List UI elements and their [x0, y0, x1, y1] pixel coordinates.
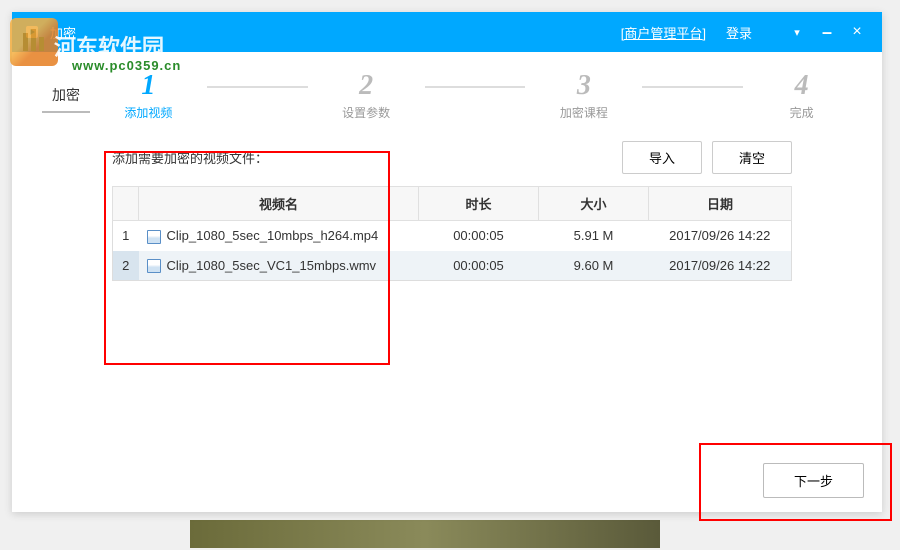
row-index: 1	[113, 221, 139, 251]
step-number: 2	[316, 70, 417, 102]
table-row[interactable]: 1 Clip_1080_5sec_10mbps_h264.mp4 00:00:0…	[113, 221, 792, 251]
video-file-icon	[147, 230, 161, 244]
col-size-header[interactable]: 大小	[539, 187, 649, 221]
close-button[interactable]: ×	[842, 23, 872, 41]
step-number: 1	[98, 70, 199, 102]
minimize-button[interactable]: –	[812, 22, 842, 43]
row-duration: 00:00:05	[419, 251, 539, 281]
merchant-platform-link[interactable]: [商户管理平台]	[621, 23, 706, 42]
step-label: 设置参数	[316, 104, 417, 121]
row-duration: 00:00:05	[419, 221, 539, 251]
next-button[interactable]: 下一步	[763, 463, 864, 498]
watermark-logo	[10, 18, 58, 66]
video-file-icon	[147, 259, 161, 273]
row-date: 2017/09/26 14:22	[649, 221, 792, 251]
import-button[interactable]: 导入	[622, 141, 702, 174]
col-duration-header[interactable]: 时长	[419, 187, 539, 221]
app-window: 河东软件园 www.pc0359.cn 加密 [商户管理平台] 登录 ▾ – ×…	[12, 12, 882, 512]
step-divider	[642, 86, 743, 88]
col-date-header[interactable]: 日期	[649, 187, 792, 221]
step-label: 添加视频	[98, 104, 199, 121]
encrypt-tab[interactable]: 加密	[42, 79, 90, 113]
watermark-site-url: www.pc0359.cn	[72, 58, 181, 73]
row-size: 9.60 M	[539, 251, 649, 281]
step-divider	[425, 86, 526, 88]
login-link[interactable]: 登录	[726, 23, 752, 42]
col-index	[113, 187, 139, 221]
step-label: 完成	[751, 104, 852, 121]
row-date: 2017/09/26 14:22	[649, 251, 792, 281]
menu-dropdown-icon[interactable]: ▾	[782, 26, 812, 39]
step-encrypt-course[interactable]: 3 加密课程	[533, 70, 634, 121]
table-header-row: 视频名 时长 大小 日期	[113, 187, 792, 221]
step-add-video[interactable]: 1 添加视频	[98, 70, 199, 121]
step-label: 加密课程	[533, 104, 634, 121]
row-index: 2	[113, 251, 139, 281]
background-strip	[190, 520, 660, 548]
col-name-header[interactable]: 视频名	[139, 187, 419, 221]
step-divider	[207, 86, 308, 88]
step-set-params[interactable]: 2 设置参数	[316, 70, 417, 121]
step-number: 4	[751, 70, 852, 102]
clear-button[interactable]: 清空	[712, 141, 792, 174]
row-filename: Clip_1080_5sec_VC1_15mbps.wmv	[139, 251, 419, 281]
row-filename: Clip_1080_5sec_10mbps_h264.mp4	[139, 221, 419, 251]
video-list-table: 视频名 时长 大小 日期 1 Clip_1080_5sec_10mbps_h26…	[112, 186, 792, 281]
add-files-prompt: 添加需要加密的视频文件：	[112, 148, 612, 167]
step-complete[interactable]: 4 完成	[751, 70, 852, 121]
table-row[interactable]: 2 Clip_1080_5sec_VC1_15mbps.wmv 00:00:05…	[113, 251, 792, 281]
content-area: 添加需要加密的视频文件： 导入 清空 视频名 时长 大小 日期 1 Clip_1…	[12, 131, 882, 281]
content-header: 添加需要加密的视频文件： 导入 清空	[112, 141, 792, 174]
step-number: 3	[533, 70, 634, 102]
row-size: 5.91 M	[539, 221, 649, 251]
